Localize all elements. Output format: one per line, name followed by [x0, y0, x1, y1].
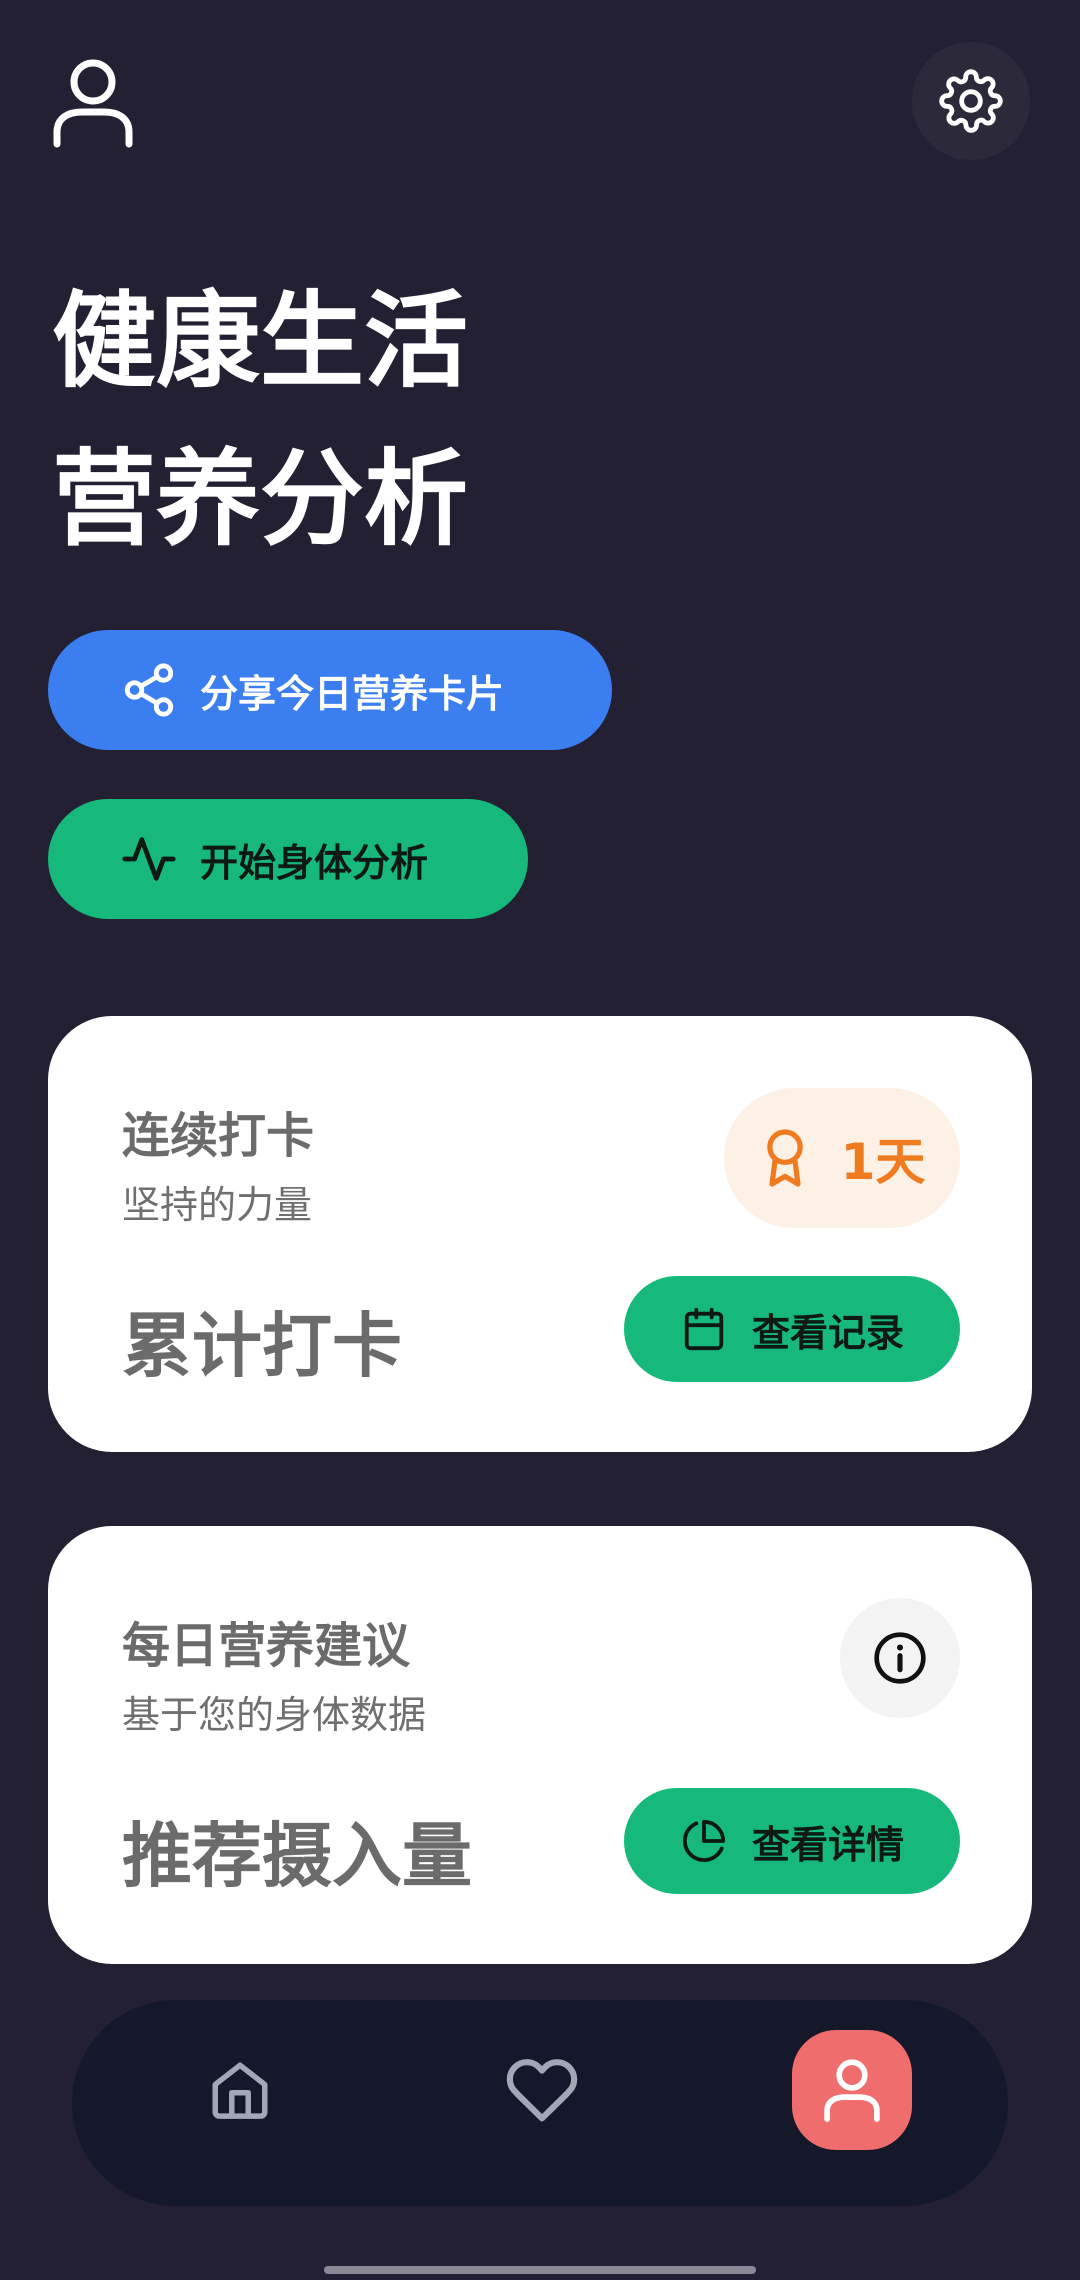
- settings-button[interactable]: [912, 42, 1030, 160]
- activity-icon: [120, 830, 178, 888]
- nutrition-card-subtitle: 基于您的身体数据: [122, 1693, 427, 1737]
- home-indicator[interactable]: [324, 2266, 756, 2274]
- streak-card-subtitle: 坚持的力量: [122, 1183, 313, 1227]
- view-records-button[interactable]: 查看记录: [624, 1276, 960, 1382]
- home-icon: [212, 2062, 268, 2119]
- bottom-navigation-bar: [72, 2000, 1008, 2206]
- info-icon: [874, 1632, 926, 1684]
- info-button[interactable]: [840, 1598, 960, 1718]
- pie-chart-icon: [680, 1817, 728, 1865]
- gear-icon: [939, 69, 1003, 133]
- hero-title: 健康生活 营养分析: [52, 262, 468, 578]
- nav-profile[interactable]: [792, 2030, 912, 2150]
- share-button-label: 分享今日营养卡片: [200, 671, 505, 716]
- nutrition-advice-card: 每日营养建议 基于您的身体数据 推荐摄入量 查看详情: [48, 1526, 1032, 1964]
- streak-card-total-label: 累计打卡: [122, 1305, 402, 1387]
- award-icon: [759, 1127, 811, 1189]
- user-icon: [53, 59, 133, 148]
- hero-title-line-2: 营养分析: [52, 438, 469, 560]
- hero-title-line-1: 健康生活: [52, 280, 469, 402]
- nutrition-card-title: 每日营养建议: [122, 1618, 411, 1674]
- user-icon: [824, 2059, 880, 2122]
- home-screen: 健康生活 营养分析 分享今日营养卡片 开始身体分析 连续打卡 坚持的力量 累计打…: [0, 0, 1080, 2280]
- streak-badge: 1天: [724, 1088, 960, 1228]
- heart-icon: [506, 2059, 578, 2122]
- user-profile-icon[interactable]: [52, 58, 134, 148]
- nav-home[interactable]: [180, 2030, 300, 2150]
- calendar-icon: [680, 1305, 728, 1353]
- streak-days-value: 1天: [840, 1133, 926, 1191]
- streak-card-title: 连续打卡: [122, 1108, 315, 1164]
- share-icon: [120, 661, 178, 719]
- streak-card: 连续打卡 坚持的力量 累计打卡 1天 查看记录: [48, 1016, 1032, 1452]
- share-nutrition-card-button[interactable]: 分享今日营养卡片: [48, 630, 612, 750]
- nav-favorites[interactable]: [482, 2030, 602, 2150]
- view-details-button[interactable]: 查看详情: [624, 1788, 960, 1894]
- recommended-intake-label: 推荐摄入量: [122, 1815, 472, 1897]
- view-records-label: 查看记录: [751, 1310, 904, 1355]
- start-body-analysis-button[interactable]: 开始身体分析: [48, 799, 528, 919]
- analyze-button-label: 开始身体分析: [200, 840, 429, 885]
- view-details-label: 查看详情: [751, 1822, 904, 1867]
